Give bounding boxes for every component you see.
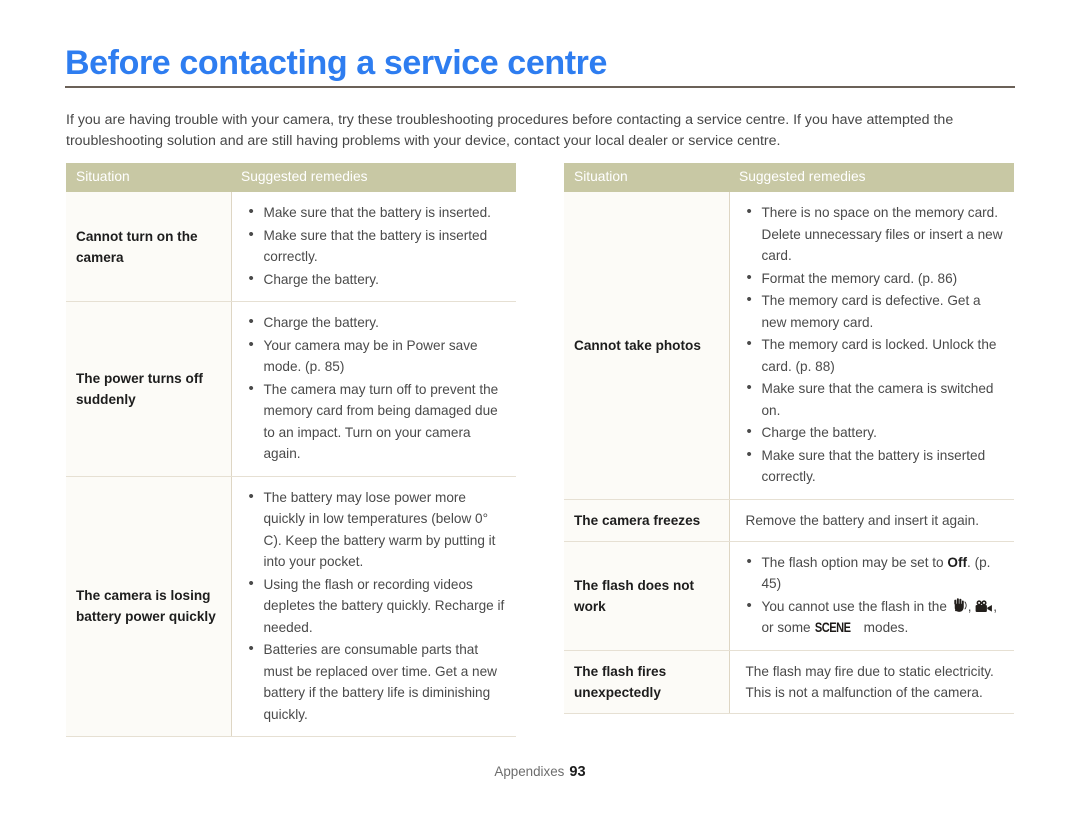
flash-modes-text-post: modes. [859,620,909,635]
list-item: Format the memory card. (p. 86) [746,267,1007,290]
table-row: The camera is losing battery power quick… [66,476,516,737]
footer-section-label: Appendixes [494,764,565,779]
situation-cell: The flash fires unexpectedly [564,650,730,714]
list-item: You cannot use the flash in the , , or s… [746,595,1007,639]
remedies-cell: Charge the battery. Your camera may be i… [231,301,516,477]
remedy-list: Make sure that the battery is inserted. … [248,201,509,291]
list-item: There is no space on the memory card. De… [746,201,1007,267]
table-header-row: Situation Suggested remedies [66,163,516,192]
document-page: Before contacting a service centre If yo… [0,0,1080,815]
page-title: Before contacting a service centre [65,44,607,82]
hand-shake-icon [951,597,968,613]
remedy-list: The flash option may be set to Off. (p. … [746,551,1007,639]
list-item: Charge the battery. [746,421,1007,444]
troubleshooting-table-right: Situation Suggested remedies Cannot take… [564,163,1014,714]
table-header-row: Situation Suggested remedies [564,163,1014,192]
column-header-remedies: Suggested remedies [729,163,1014,192]
situation-cell: Cannot turn on the camera [66,192,232,302]
list-item: The memory card is defective. Get a new … [746,289,1007,333]
column-header-situation: Situation [66,163,231,192]
remedies-cell: The flash may fire due to static electri… [729,650,1014,714]
situation-cell: The power turns off suddenly [66,301,232,477]
list-item: Charge the battery. [248,311,509,334]
remedies-cell: The battery may lose power more quickly … [231,476,516,737]
situation-cell: The camera is losing battery power quick… [66,476,232,737]
remedies-cell: Remove the battery and insert it again. [729,499,1014,542]
table-row: Cannot turn on the camera Make sure that… [66,192,516,302]
list-item: Charge the battery. [248,268,509,291]
list-item: Your camera may be in Power save mode. (… [248,334,509,378]
situation-cell: The camera freezes [564,499,730,542]
troubleshooting-table-left: Situation Suggested remedies Cannot turn… [66,163,516,737]
list-item: Using the flash or recording videos depl… [248,573,509,639]
list-item: Batteries are consumable parts that must… [248,638,509,725]
scene-mode-icon: SCENE [815,620,851,635]
intro-paragraph: If you are having trouble with your came… [66,112,954,150]
remedies-cell: There is no space on the memory card. De… [729,192,1014,500]
situation-cell: The flash does not work [564,541,730,651]
table-row: The camera freezes Remove the battery an… [564,499,1014,542]
list-item: Make sure that the camera is switched on… [746,377,1007,421]
list-item: The battery may lose power more quickly … [248,486,509,573]
page-footer: Appendixes 93 [0,764,1080,780]
flash-off-text-pre: The flash option may be set to [761,554,948,570]
page-title-block: Before contacting a service centre [65,44,1015,88]
remedies-cell: The flash option may be set to Off. (p. … [729,541,1014,651]
table-row: The flash fires unexpectedly The flash m… [564,650,1014,714]
situation-cell: Cannot take photos [564,192,730,500]
remedy-list: The battery may lose power more quickly … [248,486,509,726]
list-item: The memory card is locked. Unlock the ca… [746,333,1007,377]
footer-page-number: 93 [569,764,586,780]
table-row: The flash does not work The flash option… [564,541,1014,651]
list-item: Make sure that the battery is inserted. [248,201,509,224]
list-item: The flash option may be set to Off. (p. … [746,551,1007,595]
list-item: Make sure that the battery is inserted c… [746,444,1007,488]
flash-modes-text-pre: You cannot use the flash in the [761,598,951,614]
list-item: The camera may turn off to prevent the m… [248,378,509,465]
column-header-remedies: Suggested remedies [231,163,516,192]
remedies-cell: Make sure that the battery is inserted. … [231,192,516,302]
remedy-list: Charge the battery. Your camera may be i… [248,311,509,465]
flash-modes-sep-1: , [967,598,976,614]
table-row: The power turns off suddenly Charge the … [66,301,516,477]
remedy-list: There is no space on the memory card. De… [746,201,1007,488]
column-header-situation: Situation [564,163,729,192]
list-item: Make sure that the battery is inserted c… [248,224,509,268]
flash-off-value: Off [947,554,968,570]
title-divider [65,86,1015,88]
table-row: Cannot take photos There is no space on … [564,192,1014,500]
movie-camera-icon [975,599,993,613]
